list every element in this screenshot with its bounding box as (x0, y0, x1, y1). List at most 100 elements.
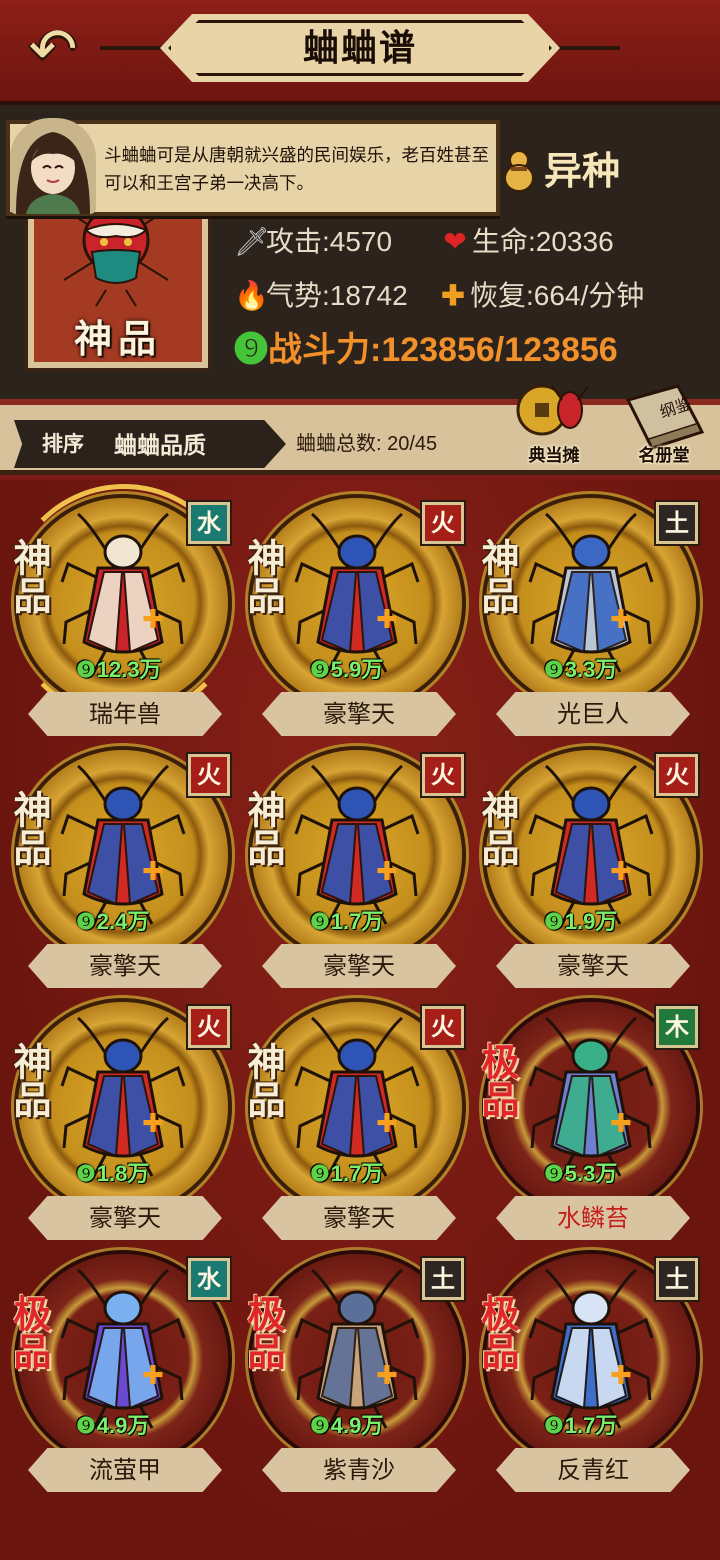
swirl-icon: ❾ (76, 1161, 96, 1186)
girl-avatar (10, 118, 96, 214)
cricket-card[interactable]: ✚ 神品 火 ❾1.7万 豪擎天 (240, 996, 470, 1240)
swirl-icon: ❾ (76, 909, 96, 934)
sort-value[interactable]: 蛐蛐品质 (114, 426, 206, 462)
svg-text:✚: ✚ (610, 1361, 632, 1391)
cricket-card[interactable]: ✚ 神品 火 ❾1.7万 豪擎天 (240, 744, 470, 988)
element-badge: 土 (654, 1256, 700, 1302)
pawn-stall-label: 典当摊 (528, 446, 580, 466)
svg-text:✚: ✚ (142, 1109, 164, 1139)
cricket-power: ❾1.7万 (310, 909, 384, 934)
swirl-icon: ❾ (544, 1413, 564, 1438)
cricket-name: 流萤甲 (89, 1456, 161, 1484)
sword-icon: 🗡 (234, 226, 270, 257)
swirl-icon: ❾ (76, 657, 96, 682)
element-badge: 火 (186, 1004, 232, 1050)
roster-hall-button[interactable]: 纲鉴 名册堂 (618, 380, 710, 466)
cricket-power: ❾5.3万 (544, 1161, 618, 1186)
cricket-name: 豪擎天 (323, 952, 395, 980)
sort-label: 排序 (42, 431, 84, 456)
rope-right (550, 46, 620, 50)
cricket-power: ❾5.9万 (310, 657, 384, 682)
svg-text:✚: ✚ (610, 605, 632, 635)
cricket-name: 水鳞苔 (557, 1204, 629, 1232)
swirl-icon: ❾ (310, 1413, 330, 1438)
cricket-power: ❾3.3万 (544, 657, 618, 682)
cricket-power: ❾1.8万 (76, 1161, 150, 1186)
cricket-name: 豪擎天 (323, 1204, 395, 1232)
recovery-stat: ✚ 恢复:664/分钟 (438, 274, 644, 314)
grade-label: 神品 (241, 538, 286, 614)
grade-label: 神品 (241, 1042, 286, 1118)
cricket-card[interactable]: ✚ 神品 水 ❾12.3万 瑞年兽 (6, 484, 242, 736)
grade-label: 神品 (7, 538, 52, 614)
life-stat: ❤ 生命:20336 (440, 220, 613, 260)
element-badge: 水 (186, 1256, 232, 1302)
swirl-icon: ❾ (544, 657, 564, 682)
element-badge: 土 (654, 500, 700, 546)
cricket-power: ❾1.7万 (544, 1413, 618, 1438)
cricket-name: 豪擎天 (557, 952, 629, 980)
tip-text: 斗蛐蛐可是从唐朝就兴盛的民间娱乐，老百姓甚至可以和王宫子弟一决高下。 (104, 146, 489, 194)
element-badge: 火 (654, 752, 700, 798)
variety-label: 异种 (544, 148, 621, 193)
grade-label: 神品 (7, 1042, 52, 1118)
element-badge: 木 (654, 1004, 700, 1050)
swirl-icon: ❾ (76, 1413, 96, 1438)
swirl-icon: ❾ (544, 1161, 564, 1186)
grade-label: 极品 (475, 1294, 520, 1370)
back-arrow-icon[interactable]: ↶ (18, 18, 88, 80)
heart-icon: ❤ (443, 226, 467, 257)
cricket-power: ❾2.4万 (76, 909, 150, 934)
svg-text:✚: ✚ (376, 605, 398, 635)
flame-icon: 🔥 (234, 280, 269, 311)
svg-text:✚: ✚ (142, 1361, 164, 1391)
cricket-card[interactable]: ✚ 极品 木 ❾5.3万 水鳞苔 (474, 996, 704, 1240)
cricket-power: ❾1.9万 (544, 909, 618, 934)
element-badge: 水 (186, 500, 232, 546)
cricket-power: ❾12.3万 (76, 657, 162, 682)
cricket-name: 豪擎天 (89, 952, 161, 980)
swirl-icon: ❾ (544, 909, 564, 934)
cricket-name: 豪擎天 (89, 1204, 161, 1232)
cricket-card[interactable]: ✚ 极品 土 ❾1.7万 反青红 (474, 1248, 704, 1492)
attack-stat: 🗡攻击:4570 (234, 226, 393, 257)
cricket-name: 光巨人 (557, 700, 629, 728)
svg-text:✚: ✚ (376, 1109, 398, 1139)
grade-label: 神品 (475, 538, 520, 614)
featured-grade: 神品 (73, 316, 162, 361)
swirl-icon: ❾ (234, 331, 268, 369)
cricket-name: 豪擎天 (323, 700, 395, 728)
swirl-icon: ❾ (310, 909, 330, 934)
svg-text:✚: ✚ (376, 1361, 398, 1391)
element-badge: 土 (420, 1256, 466, 1302)
roster-hall-label: 名册堂 (638, 446, 690, 466)
pawn-stall-button[interactable]: 典当摊 (508, 380, 600, 466)
element-badge: 火 (420, 1004, 466, 1050)
svg-text:✚: ✚ (610, 857, 632, 887)
cricket-name: 瑞年兽 (89, 700, 161, 728)
cross-icon: ✚ (441, 280, 465, 311)
grade-label: 神品 (7, 790, 52, 866)
cricket-card[interactable]: ✚ 神品 火 ❾1.8万 豪擎天 (6, 996, 236, 1240)
cricket-card[interactable]: ✚ 神品 火 ❾5.9万 豪擎天 (240, 492, 470, 736)
grade-label: 神品 (475, 790, 520, 866)
element-badge: 火 (420, 500, 466, 546)
cricket-name: 紫青沙 (323, 1456, 395, 1484)
cricket-card[interactable]: ✚ 神品 火 ❾2.4万 豪擎天 (6, 744, 236, 988)
cricket-card[interactable]: ✚ 极品 土 ❾4.9万 紫青沙 (240, 1248, 470, 1492)
grade-label: 极品 (7, 1294, 52, 1370)
svg-text:✚: ✚ (142, 605, 164, 635)
grade-label: 极品 (475, 1042, 520, 1118)
cricket-power: ❾1.7万 (310, 1161, 384, 1186)
svg-text:✚: ✚ (610, 1109, 632, 1139)
cricket-power: ❾4.9万 (310, 1413, 384, 1438)
cricket-card[interactable]: ✚ 神品 火 ❾1.9万 豪擎天 (474, 744, 704, 988)
cricket-total: 蛐蛐总数: 20/45 (296, 433, 438, 455)
element-badge: 火 (420, 752, 466, 798)
cricket-card[interactable]: ✚ 极品 水 ❾4.9万 流萤甲 (6, 1248, 236, 1492)
element-badge: 火 (186, 752, 232, 798)
coin-cricket-icon (516, 384, 589, 436)
cricket-name: 反青红 (557, 1456, 629, 1484)
cricket-card[interactable]: ✚ 神品 土 ❾3.3万 光巨人 (474, 492, 704, 736)
book-icon: 纲鉴 (625, 384, 705, 450)
